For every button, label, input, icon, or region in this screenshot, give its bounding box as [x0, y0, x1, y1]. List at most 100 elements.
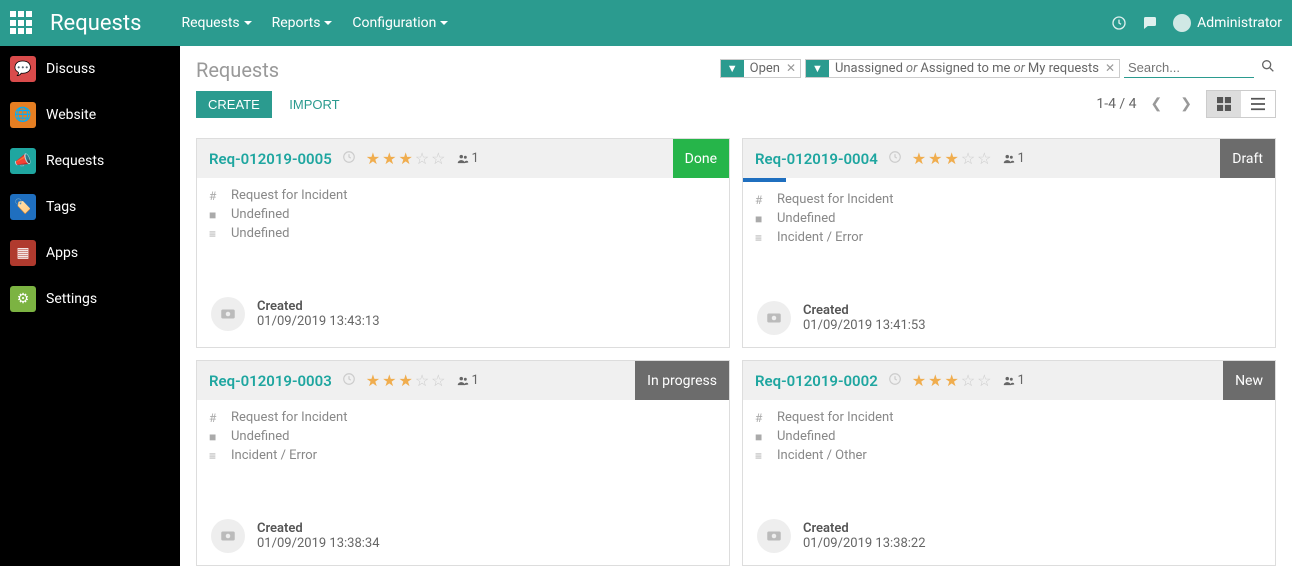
- hash-icon: #: [209, 411, 223, 425]
- star-icon[interactable]: ★: [928, 149, 942, 168]
- sidebar-item-label: Settings: [46, 291, 97, 307]
- pager-prev-icon[interactable]: ❮: [1147, 92, 1167, 116]
- creator-avatar: [211, 297, 245, 331]
- star-icon[interactable]: ★: [912, 371, 926, 390]
- card-body: #Request for Incident ■Undefined ≡Undefi…: [197, 178, 729, 255]
- pager-text: 1-4 / 4: [1096, 96, 1136, 112]
- card-footer: Created 01/09/2019 13:38:34: [197, 507, 729, 565]
- discuss-icon: 💬: [10, 56, 36, 82]
- request-card[interactable]: Req-012019-0005 ★★★☆☆ 1 Done #Request fo…: [196, 138, 730, 348]
- status-badge: Done: [673, 139, 729, 178]
- star-icon[interactable]: ☆: [431, 149, 445, 168]
- card-footer: Created 01/09/2019 13:43:13: [197, 285, 729, 343]
- priority-stars: ★★★☆☆: [912, 149, 992, 168]
- kanban-view-icon[interactable]: [1207, 91, 1241, 117]
- creator-avatar: [757, 519, 791, 553]
- star-icon[interactable]: ★: [382, 149, 396, 168]
- lines-icon: ≡: [755, 449, 769, 463]
- pager-next-icon[interactable]: ❯: [1176, 92, 1196, 116]
- star-icon[interactable]: ☆: [415, 149, 429, 168]
- lines-icon: ≡: [755, 231, 769, 245]
- filter-chip-open[interactable]: ▼ Open ✕: [720, 59, 801, 78]
- menu-configuration[interactable]: Configuration: [352, 15, 448, 31]
- created-time: 01/09/2019 13:43:13: [257, 314, 380, 329]
- sidebar-item-discuss[interactable]: 💬 Discuss: [0, 46, 180, 92]
- menu-requests[interactable]: Requests: [181, 15, 251, 31]
- card-title[interactable]: Req-012019-0004: [755, 150, 878, 168]
- hash-icon: #: [755, 411, 769, 425]
- star-icon[interactable]: ☆: [961, 149, 975, 168]
- sidebar-item-requests[interactable]: 📣 Requests: [0, 138, 180, 184]
- card-type: Request for Incident: [777, 410, 893, 425]
- list-view-icon[interactable]: [1241, 91, 1275, 117]
- card-header: Req-012019-0002 ★★★☆☆ 1 New: [743, 361, 1275, 400]
- created-label: Created: [803, 521, 926, 536]
- star-icon[interactable]: ★: [382, 371, 396, 390]
- card-header: Req-012019-0005 ★★★☆☆ 1 Done: [197, 139, 729, 178]
- card-field3: Undefined: [231, 226, 289, 241]
- hash-icon: #: [755, 193, 769, 207]
- sidebar-item-apps[interactable]: ▦ Apps: [0, 230, 180, 276]
- search-input[interactable]: [1124, 58, 1254, 78]
- created-label: Created: [803, 303, 926, 318]
- request-card[interactable]: Req-012019-0002 ★★★☆☆ 1 New # Request for…: [742, 360, 1276, 566]
- status-badge: In progress: [635, 361, 729, 400]
- card-title[interactable]: Req-012019-0005: [209, 150, 332, 168]
- apps-menu-icon[interactable]: [10, 11, 34, 35]
- star-icon[interactable]: ☆: [431, 371, 445, 390]
- sidebar: 💬 Discuss 🌐 Website 📣 Requests 🏷️ Tags ▦…: [0, 46, 180, 566]
- messages-icon[interactable]: [1141, 14, 1159, 32]
- star-icon[interactable]: ☆: [415, 371, 429, 390]
- star-icon[interactable]: ★: [366, 149, 380, 168]
- sidebar-item-label: Website: [46, 107, 96, 123]
- star-icon[interactable]: ☆: [977, 371, 991, 390]
- star-icon[interactable]: ★: [944, 149, 958, 168]
- star-icon[interactable]: ★: [398, 149, 412, 168]
- card-header: Req-012019-0004 ★★★☆☆ 1 Draft: [743, 139, 1275, 178]
- star-icon[interactable]: ★: [944, 371, 958, 390]
- request-card[interactable]: Req-012019-0003 ★★★☆☆ 1 In progress # Req…: [196, 360, 730, 566]
- card-body: #Request for Incident ■Undefined ≡Incide…: [197, 400, 729, 477]
- close-icon[interactable]: ✕: [1105, 61, 1115, 75]
- star-icon[interactable]: ★: [928, 371, 942, 390]
- star-icon[interactable]: ★: [398, 371, 412, 390]
- card-title[interactable]: Req-012019-0002: [755, 372, 878, 390]
- pager: 1-4 / 4 ❮ ❯: [1096, 90, 1276, 118]
- card-title[interactable]: Req-012019-0003: [209, 372, 332, 390]
- card-field2: Undefined: [231, 429, 289, 444]
- requests-icon: 📣: [10, 148, 36, 174]
- users-badge: 1: [456, 151, 479, 166]
- topbar: Requests Requests Reports Configuration …: [0, 0, 1292, 46]
- sidebar-item-settings[interactable]: ⚙ Settings: [0, 276, 180, 322]
- card-header: Req-012019-0003 ★★★☆☆ 1 In progress: [197, 361, 729, 400]
- create-button[interactable]: CREATE: [196, 91, 272, 118]
- import-button[interactable]: IMPORT: [289, 97, 339, 112]
- priority-stars: ★★★☆☆: [366, 149, 446, 168]
- user-menu[interactable]: Administrator: [1173, 14, 1282, 32]
- card-field2: Undefined: [777, 429, 835, 444]
- request-card[interactable]: Req-012019-0004 ★★★☆☆ 1 Draft #Request f…: [742, 138, 1276, 348]
- star-icon[interactable]: ★: [912, 149, 926, 168]
- card-type: Request for Incident: [231, 410, 347, 425]
- card-field2: Undefined: [231, 207, 289, 222]
- filter-chip-assignment[interactable]: ▼ Unassigned or Assigned to me or My req…: [805, 59, 1120, 78]
- search-icon[interactable]: [1260, 58, 1276, 78]
- activities-icon[interactable]: [1111, 15, 1127, 31]
- star-icon[interactable]: ☆: [977, 149, 991, 168]
- sidebar-item-tags[interactable]: 🏷️ Tags: [0, 184, 180, 230]
- brand-title[interactable]: Requests: [50, 11, 141, 36]
- users-badge: 1: [1002, 151, 1025, 166]
- card-type: Request for Incident: [231, 188, 347, 203]
- caret-icon: [440, 21, 448, 25]
- close-icon[interactable]: ✕: [786, 61, 796, 75]
- search-area: ▼ Open ✕ ▼ Unassigned or Assigned to me …: [720, 58, 1276, 78]
- menu-reports[interactable]: Reports: [272, 15, 333, 31]
- star-icon[interactable]: ☆: [961, 371, 975, 390]
- main-content: Requests ▼ Open ✕ ▼ Unassigned or Assign…: [180, 46, 1292, 566]
- card-footer: Created 01/09/2019 13:41:53: [743, 289, 1275, 347]
- star-icon[interactable]: ★: [366, 371, 380, 390]
- clock-icon: [888, 372, 902, 390]
- page-title: Requests: [196, 58, 279, 82]
- sidebar-item-website[interactable]: 🌐 Website: [0, 92, 180, 138]
- creator-avatar: [211, 519, 245, 553]
